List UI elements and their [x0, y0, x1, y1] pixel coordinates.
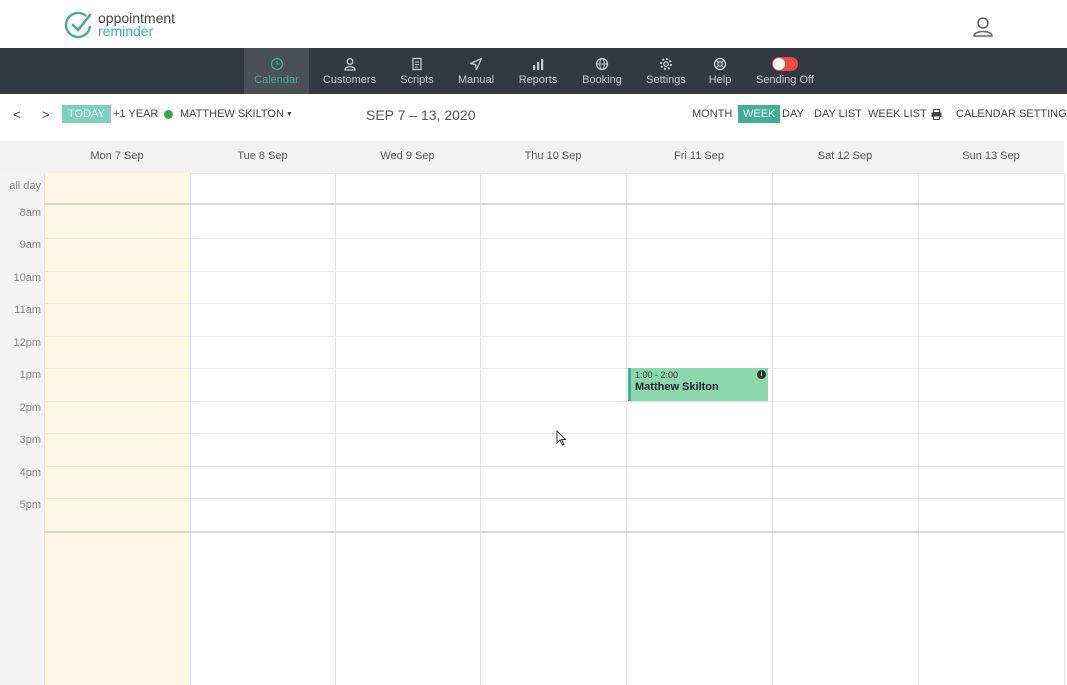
- time-label: 9am: [19, 239, 41, 251]
- column-divider: [918, 173, 919, 685]
- view-day-button[interactable]: DAY: [782, 105, 804, 123]
- column-divider: [772, 173, 773, 685]
- document-icon: [412, 57, 422, 70]
- chevron-down-icon: ▼: [285, 110, 293, 118]
- calendar-settings-button[interactable]: CALENDAR SETTINGS: [956, 105, 1067, 123]
- nav-calendar[interactable]: Calendar: [244, 48, 309, 94]
- day-header-row: Mon 7 Sep Tue 8 Sep Wed 9 Sep Thu 10 Sep…: [0, 141, 1064, 174]
- date-range-title: SEP 7 – 13, 2020: [366, 107, 476, 123]
- column-divider: [44, 173, 45, 685]
- calendar-toolbar: < > TODAY +1 YEAR MATTHEW SKILTON ▼ SEP …: [0, 94, 1067, 134]
- top-header: oppointment reminder: [0, 0, 1067, 49]
- nav-label: Settings: [646, 73, 686, 86]
- all-day-label: all day: [9, 180, 41, 192]
- user-icon[interactable]: [972, 16, 994, 38]
- main-nav: Calendar Customers Scripts Manual Report…: [0, 48, 1067, 94]
- hour-line: [44, 336, 1064, 337]
- day-header-tue[interactable]: Tue 8 Sep: [190, 141, 335, 173]
- staff-status-dot: [164, 109, 173, 119]
- grid-end-line: [44, 531, 1064, 533]
- lifebuoy-icon: [713, 57, 727, 70]
- toggle-switch[interactable]: [772, 56, 798, 71]
- plus-year-button[interactable]: +1 YEAR: [113, 105, 158, 123]
- view-week-list-button[interactable]: WEEK LIST: [868, 105, 927, 123]
- person-icon: [343, 57, 356, 71]
- time-label: 8am: [19, 207, 41, 219]
- time-label: 12pm: [13, 337, 41, 349]
- hour-line: [44, 498, 1064, 499]
- toggle-knob: [773, 57, 785, 70]
- time-label: 10am: [13, 272, 41, 284]
- sending-toggle[interactable]: Sending Off: [752, 48, 818, 94]
- hour-line: [44, 238, 1064, 239]
- view-week-button[interactable]: WEEK: [738, 105, 781, 123]
- nav-scripts[interactable]: Scripts: [390, 48, 444, 94]
- nav-label: Help: [708, 73, 732, 86]
- day-header-sat[interactable]: Sat 12 Sep: [772, 141, 918, 173]
- nav-label: Sending Off: [756, 73, 814, 86]
- column-divider: [626, 173, 627, 685]
- hour-line: [44, 271, 1064, 272]
- globe-icon: [595, 57, 609, 70]
- time-label: 11am: [14, 304, 41, 316]
- next-button[interactable]: >: [42, 105, 50, 123]
- checkmark-logo-icon: [64, 11, 92, 39]
- time-label: 3pm: [19, 434, 41, 446]
- hour-line: [44, 401, 1064, 402]
- nav-label: Booking: [582, 73, 622, 86]
- day-header-fri[interactable]: Fri 11 Sep: [626, 141, 772, 173]
- hour-line: [44, 368, 1064, 369]
- print-button[interactable]: [931, 105, 942, 123]
- column-divider: [480, 173, 481, 685]
- nav-reports[interactable]: Reports: [510, 48, 566, 94]
- nav-label: Manual: [457, 73, 495, 86]
- info-icon[interactable]: i: [757, 370, 766, 379]
- day-header-sun[interactable]: Sun 13 Sep: [918, 141, 1064, 173]
- hour-line: [44, 466, 1064, 467]
- all-day-divider: [44, 203, 1064, 205]
- nav-settings[interactable]: Settings: [638, 48, 694, 94]
- print-icon: [931, 108, 942, 120]
- staff-name: MATTHEW SKILTON: [180, 108, 284, 120]
- nav-label: Calendar: [254, 73, 299, 86]
- time-label: 5pm: [19, 499, 41, 511]
- nav-customers[interactable]: Customers: [317, 48, 382, 94]
- send-icon: [469, 57, 483, 70]
- nav-help[interactable]: Help: [700, 48, 740, 94]
- calendar-event[interactable]: 1:00 - 2:00 Matthew Skilton i: [628, 368, 768, 401]
- nav-label: Reports: [518, 73, 558, 86]
- day-header-thu[interactable]: Thu 10 Sep: [480, 141, 626, 173]
- clock-icon: [270, 57, 283, 70]
- brand-text: oppointment reminder: [98, 11, 175, 39]
- today-column-highlight: [44, 173, 190, 685]
- today-button[interactable]: TODAY: [62, 105, 111, 123]
- nav-label: Customers: [322, 73, 377, 86]
- brand-line2: reminder: [98, 23, 154, 39]
- bar-chart-icon: [533, 58, 544, 70]
- staff-dropdown[interactable]: MATTHEW SKILTON ▼: [164, 105, 293, 123]
- event-title: Matthew Skilton: [635, 381, 719, 393]
- column-divider: [190, 173, 191, 685]
- week-calendar: Mon 7 Sep Tue 8 Sep Wed 9 Sep Thu 10 Sep…: [0, 134, 1067, 685]
- mouse-cursor-icon: [556, 430, 567, 446]
- day-header-wed[interactable]: Wed 9 Sep: [335, 141, 480, 173]
- hour-line: [44, 433, 1064, 434]
- gear-icon: [660, 57, 672, 70]
- time-label: 1pm: [19, 369, 41, 381]
- time-label: 4pm: [19, 467, 41, 479]
- event-time: 1:00 - 2:00: [635, 370, 679, 380]
- view-month-button[interactable]: MONTH: [692, 105, 732, 123]
- column-divider: [1064, 173, 1065, 685]
- nav-label: Scripts: [400, 73, 434, 86]
- prev-button[interactable]: <: [13, 105, 21, 123]
- hour-line: [44, 303, 1064, 304]
- nav-booking[interactable]: Booking: [574, 48, 630, 94]
- view-day-list-button[interactable]: DAY LIST: [814, 105, 862, 123]
- brand-logo[interactable]: oppointment reminder: [64, 10, 175, 40]
- time-label: 2pm: [19, 402, 41, 414]
- nav-manual[interactable]: Manual: [451, 48, 501, 94]
- day-header-mon[interactable]: Mon 7 Sep: [44, 141, 190, 173]
- column-divider: [335, 173, 336, 685]
